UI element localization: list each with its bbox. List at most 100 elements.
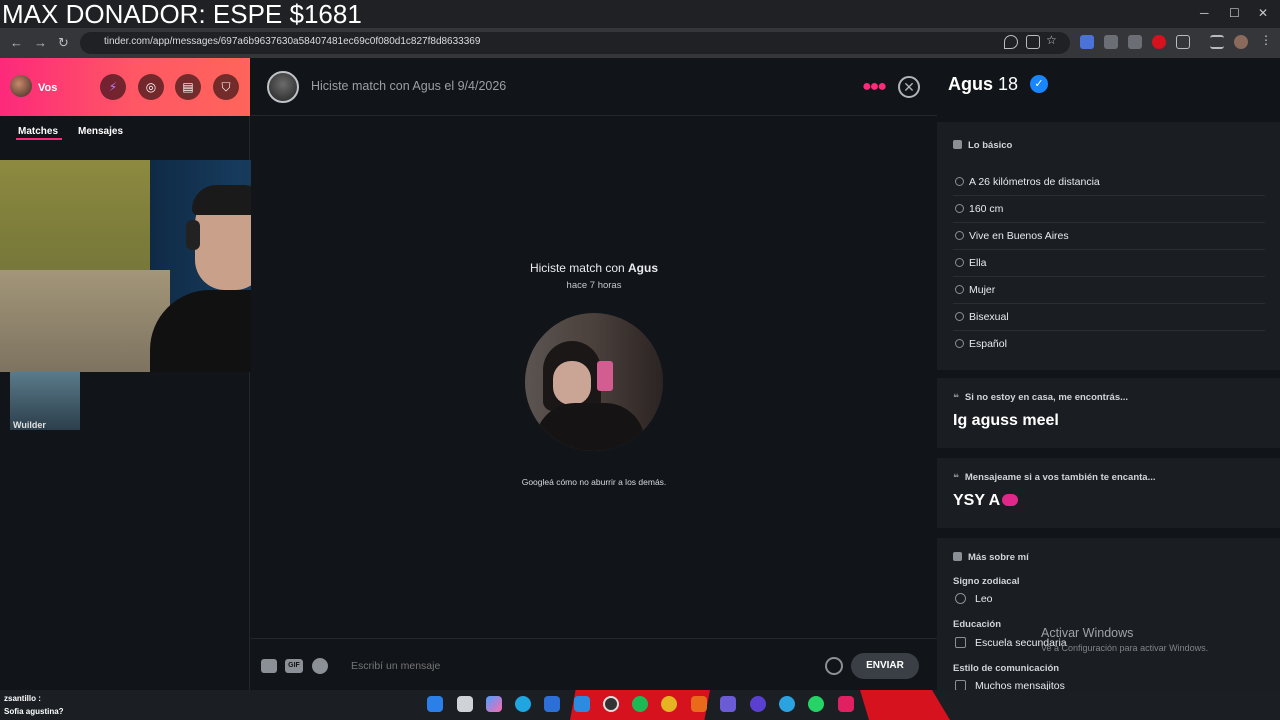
match-prefix: Hiciste match con	[529, 261, 629, 275]
basic-row-text: 160 cm	[969, 203, 1004, 215]
location-permission-icon[interactable]	[1004, 35, 1018, 49]
ruler-icon	[955, 204, 964, 213]
conversation-tip: Googleá cómo no aburrir a los demás.	[521, 477, 667, 487]
graduation-cap-icon	[955, 637, 966, 648]
chat-header-title: Hiciste match con Agus el 9/4/2026	[311, 79, 507, 93]
basic-row: Ella	[953, 250, 1265, 277]
stream-chat-line: Sofia agustina?	[4, 707, 64, 716]
more-options-icon[interactable]: ●●●	[862, 78, 887, 96]
whatsapp-icon[interactable]	[808, 696, 824, 712]
spotify-icon[interactable]	[312, 658, 328, 674]
shield-icon[interactable]: ⛉	[213, 74, 239, 100]
puzzle-icon[interactable]	[1176, 35, 1190, 49]
location-icon	[955, 177, 964, 186]
boost-icon[interactable]: ⚡	[100, 74, 126, 100]
message-composer: GIF ENVIAR	[251, 638, 937, 690]
basic-row-text: Vive en Buenos Aires	[969, 230, 1069, 242]
profile-avatar-icon[interactable]	[1234, 35, 1248, 49]
photo-face	[553, 361, 591, 405]
reload-icon[interactable]: ↻	[58, 35, 69, 51]
moon-icon	[955, 593, 966, 604]
match-name: Agus	[628, 261, 659, 275]
prompt-card: ❝ Si no estoy en casa, me encontrás... Ig…	[937, 378, 1280, 448]
education-label: Educación	[953, 619, 1002, 630]
orientation-icon	[955, 312, 964, 321]
user-label[interactable]: Vos	[38, 82, 57, 94]
person-icon	[955, 285, 964, 294]
donor-overlay: MAX DONADOR: ESPE $1681	[2, 0, 362, 29]
chat-header: Hiciste match con Agus el 9/4/2026 ●●● ✕	[251, 58, 937, 116]
app-icon[interactable]	[750, 696, 766, 712]
match-photo[interactable]	[525, 313, 663, 451]
obs-icon[interactable]	[603, 696, 619, 712]
extension-icon[interactable]	[1152, 35, 1166, 49]
profile-panel: Agus 18 ✓ Lo básico A 26 kilómetros de d…	[937, 58, 1280, 690]
bookmark-star-icon[interactable]: ☆	[1046, 33, 1060, 47]
sticker-icon[interactable]	[261, 659, 277, 673]
explore-icon[interactable]: ◎	[138, 74, 164, 100]
basic-row-text: Español	[969, 338, 1007, 350]
cast-icon[interactable]	[1026, 35, 1040, 49]
sidebar-header: Vos ⚡ ◎ ▤ ⛉	[0, 58, 250, 116]
send-button[interactable]: ENVIAR	[851, 653, 919, 679]
menu-icon[interactable]: ⋮	[1260, 33, 1274, 47]
kiss-lips-icon	[1002, 494, 1019, 506]
taskview-icon[interactable]	[457, 696, 473, 712]
tab-search-icon[interactable]	[1210, 35, 1224, 49]
stream-chat-line: zsantillo :	[4, 694, 41, 703]
prompt-answer-text: YSY A	[953, 492, 1001, 509]
message-input[interactable]	[351, 660, 811, 672]
briefcase-icon[interactable]: ▤	[175, 74, 201, 100]
basic-row: A 26 kilómetros de distancia	[953, 169, 1265, 196]
avatar[interactable]	[10, 75, 32, 97]
forward-icon[interactable]: →	[34, 35, 47, 50]
chrome-icon[interactable]	[661, 696, 677, 712]
tab-mensajes[interactable]: Mensajes	[78, 126, 123, 137]
chat-bubble-icon	[955, 680, 966, 690]
photo-body	[535, 403, 645, 451]
maximize-button[interactable]: ☐	[1229, 6, 1240, 20]
prompt-question: ❝ Si no estoy en casa, me encontrás...	[953, 392, 1129, 404]
profile-name-text: Agus	[948, 74, 993, 94]
pronoun-icon	[955, 258, 964, 267]
basic-row: Español	[953, 331, 1265, 358]
copilot-icon[interactable]	[486, 696, 502, 712]
more-about-card: Más sobre mí Signo zodiacal Leo Educació…	[937, 538, 1280, 690]
profile-age: 18	[998, 74, 1019, 94]
window-close-button[interactable]: ✕	[1258, 6, 1268, 20]
app-icon[interactable]	[574, 696, 590, 712]
edge-icon[interactable]	[515, 696, 531, 712]
prompt-card: ❝ Mensajeame si a vos también te encanta.…	[937, 458, 1280, 528]
tag-icon	[953, 552, 962, 561]
address-bar[interactable]: tinder.com/app/messages/697a6b9637630a58…	[80, 32, 1070, 54]
tiktok-icon[interactable]	[838, 696, 854, 712]
tab-active-indicator	[16, 138, 62, 140]
basic-row: Vive en Buenos Aires	[953, 223, 1265, 250]
match-announcement: Hiciste match con Agus	[251, 261, 937, 275]
toolbar: ← → ↻ tinder.com/app/messages/697a6b9637…	[0, 28, 1280, 58]
back-icon[interactable]: ←	[10, 35, 23, 50]
extension-icon[interactable]	[1104, 35, 1118, 49]
close-icon[interactable]: ✕	[898, 76, 920, 98]
basics-title: Lo básico	[953, 140, 1012, 151]
emoji-icon[interactable]	[825, 657, 843, 675]
app-icon[interactable]	[720, 696, 736, 712]
app-icon[interactable]	[691, 696, 707, 712]
prompt-question: ❝ Mensajeame si a vos también te encanta.…	[953, 472, 1156, 484]
minimize-button[interactable]: ─	[1200, 6, 1209, 20]
basic-row: Bisexual	[953, 304, 1265, 331]
prompt-answer: Ig aguss meel	[953, 412, 1059, 429]
store-icon[interactable]	[544, 696, 560, 712]
basic-row: Mujer	[953, 277, 1265, 304]
webcam-headset	[186, 220, 200, 250]
prompt-answer: YSY A	[953, 492, 1019, 510]
verified-badge-icon: ✓	[1030, 75, 1048, 93]
spotify-taskbar-icon[interactable]	[632, 696, 648, 712]
telegram-icon[interactable]	[779, 696, 795, 712]
extension-icon[interactable]	[1128, 35, 1142, 49]
translate-extension-icon[interactable]	[1080, 35, 1094, 49]
gif-button[interactable]: GIF	[285, 659, 303, 673]
start-icon[interactable]	[427, 696, 443, 712]
match-avatar[interactable]	[267, 71, 299, 103]
tab-matches[interactable]: Matches	[18, 126, 58, 137]
